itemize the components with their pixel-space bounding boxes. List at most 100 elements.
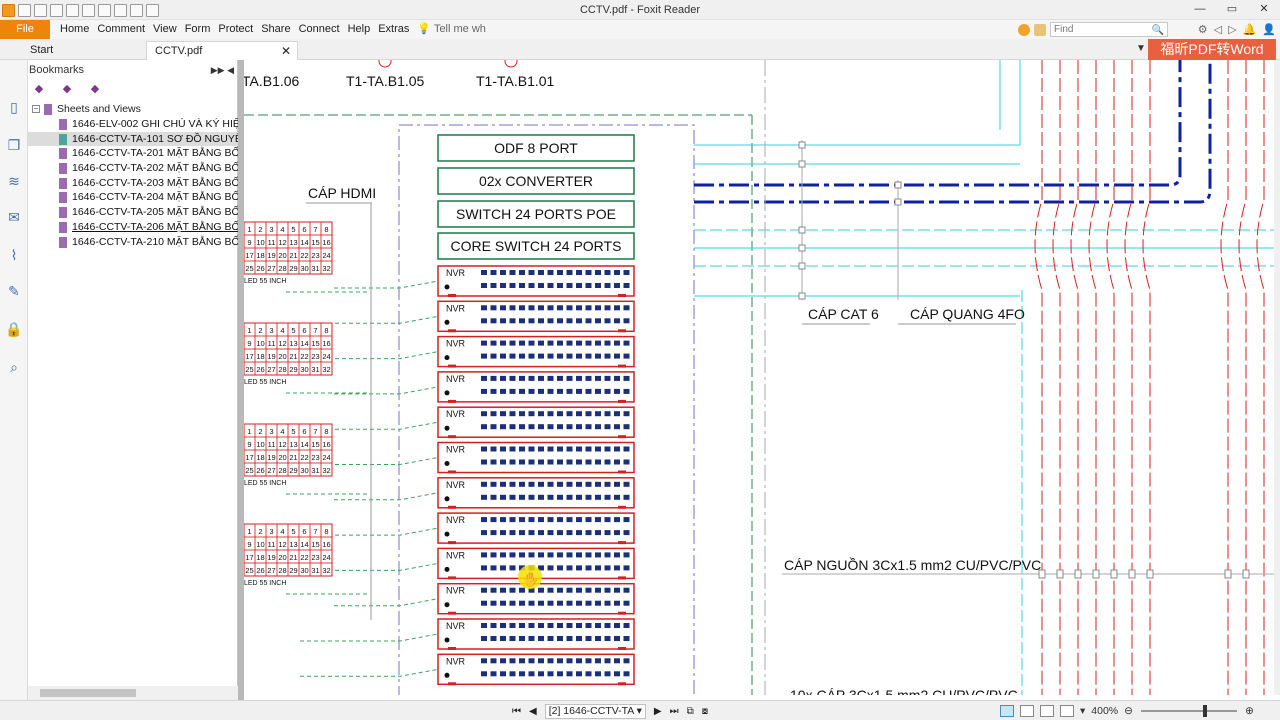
power-led-icon — [444, 355, 450, 361]
nvr-port — [604, 283, 611, 288]
next-page-icon[interactable]: ▶ — [654, 706, 662, 717]
nvr-foot — [618, 294, 626, 297]
panel-collapse-icon[interactable]: ▶▶ ◀ — [211, 60, 234, 80]
bookmark-item[interactable]: 1646-CCTV-TA-201 MẶT BẰNG BỐ TR — [28, 146, 238, 161]
bookmark-item[interactable]: 1646-CCTV-TA-204 MẶT BẰNG BỐ TR — [28, 190, 238, 205]
expand-bookmark-icon[interactable]: ◆ — [60, 82, 74, 96]
nvr-port — [547, 318, 554, 324]
nvr-port — [566, 658, 573, 664]
nvr-port — [528, 340, 535, 346]
continuous-view-icon[interactable] — [1020, 705, 1034, 717]
file-tab[interactable]: File — [0, 20, 50, 39]
signatures-icon[interactable]: ✎ — [5, 282, 23, 300]
page-view-icon[interactable]: ⧉ — [687, 706, 694, 717]
nvr-port — [595, 517, 601, 523]
document-view[interactable]: TA.B1.06 T1-TA.B1.05 T1-TA.B1.01 ODF 8 P… — [244, 60, 1274, 695]
bookmarks-horizontal-scrollbar[interactable] — [28, 686, 238, 700]
layers-icon[interactable]: ≋ — [5, 172, 23, 190]
minimize-button[interactable]: — — [1184, 0, 1216, 20]
close-window-button[interactable]: ✕ — [1248, 0, 1280, 20]
single-page-view-icon[interactable] — [1000, 705, 1014, 717]
notification-icon[interactable] — [1018, 23, 1030, 36]
status-bar: ⏮ ◀ [2] 1646-CCTV-TA ▾ ▶ ⏭ ⧉ ⧇ ▾ 400% ⊖ … — [0, 700, 1280, 720]
led-cell-number: 32 — [322, 264, 330, 273]
bookmark-item[interactable]: 1646-ELV-002 GHI CHÚ VÀ KÝ HIỆU — [28, 117, 238, 132]
previous-page-icon[interactable]: ◀ — [529, 706, 537, 717]
search-tool-icon[interactable]: ⌕ — [5, 358, 23, 376]
tab-start[interactable]: Start — [22, 41, 122, 60]
nvr-port — [566, 552, 573, 558]
page-thumbnails-icon[interactable]: ▯ — [5, 98, 23, 116]
power-led-icon — [444, 672, 450, 678]
find-input[interactable]: Find 🔍 — [1050, 22, 1168, 37]
nvr-port — [604, 671, 611, 677]
nvr-port — [519, 587, 525, 593]
spread-view-icon[interactable]: ⧇ — [702, 706, 708, 717]
tab-protect[interactable]: Protect — [214, 20, 257, 39]
bell-icon[interactable]: 🔔 — [1243, 23, 1257, 36]
bookmark-options-icon[interactable]: ◆ — [88, 82, 102, 96]
scrollbar-thumb[interactable] — [40, 689, 136, 697]
back-arrow-icon[interactable]: ◁ — [1214, 23, 1222, 36]
led-cell-number: 2 — [258, 326, 262, 335]
bookmark-flag-icon — [59, 133, 67, 145]
tab-form[interactable]: Form — [181, 20, 215, 39]
bookmark-item[interactable]: 1646-CCTV-TA-206 MẶT BẰNG BỐ TR — [28, 220, 238, 235]
settings-icon[interactable]: ⚙ — [1198, 23, 1208, 36]
bookmark-item[interactable]: 1646-CCTV-TA-210 MẶT BẰNG BỐ TR — [28, 235, 238, 250]
nvr-port — [490, 587, 497, 593]
tab-extras[interactable]: Extras — [374, 20, 413, 39]
led-cell-number: 3 — [269, 527, 273, 536]
convert-to-word-banner[interactable]: 福昕PDF转Word — [1148, 39, 1276, 60]
folder-icon[interactable] — [1034, 23, 1046, 36]
user-icon[interactable]: 👤 — [1262, 23, 1276, 36]
bookmark-item[interactable]: 1646-CCTV-TA-202 MẶT BẰNG BỐ TR — [28, 161, 238, 176]
tab-help[interactable]: Help — [344, 20, 375, 39]
bookmark-item[interactable]: 1646-CCTV-TA-205 MẶT BẰNG BỐ TR — [28, 205, 238, 220]
close-tab-icon[interactable]: ✕ — [281, 42, 291, 60]
tab-connect[interactable]: Connect — [295, 20, 344, 39]
bookmark-item[interactable]: 1646-CCTV-TA-203 MẶT BẰNG BỐ TR — [28, 176, 238, 191]
comments-icon[interactable]: ✉ — [5, 208, 23, 226]
forward-arrow-icon[interactable]: ▷ — [1228, 23, 1236, 36]
zoom-slider-thumb[interactable] — [1202, 705, 1207, 717]
tab-comment[interactable]: Comment — [93, 20, 149, 39]
nvr-label: NVR — [446, 339, 466, 349]
nvr-port — [623, 411, 630, 417]
bookmark-root[interactable]: − Sheets and Views — [28, 102, 238, 117]
search-icon[interactable]: 🔍 — [1152, 24, 1164, 37]
tab-view[interactable]: View — [149, 20, 181, 39]
nvr-port — [614, 305, 620, 311]
facing-view-icon[interactable] — [1040, 705, 1054, 717]
tab-list-chevron-icon[interactable]: ▼ — [1136, 43, 1146, 54]
nvr-port — [509, 587, 516, 593]
last-page-icon[interactable]: ⏭ — [670, 706, 679, 717]
security-lock-icon[interactable]: 🔒 — [5, 320, 23, 338]
zoom-out-icon[interactable]: ⊖ — [1124, 705, 1133, 717]
led-cell-number: 4 — [280, 225, 284, 234]
tab-home[interactable]: Home — [56, 20, 93, 39]
zoom-slider[interactable] — [1140, 705, 1237, 717]
attachments-icon[interactable]: ⌇ — [5, 246, 23, 264]
tab-share[interactable]: Share — [257, 20, 294, 39]
tell-me-search[interactable]: 💡 Tell me wh — [413, 20, 490, 39]
page-number-field[interactable]: [2] 1646-CCTV-TA ▾ — [544, 703, 646, 719]
bookmark-label: 1646-CCTV-TA-210 MẶT BẰNG BỐ TR — [72, 235, 238, 248]
document-vertical-scrollbar[interactable] — [1274, 60, 1280, 695]
collapse-icon[interactable]: − — [32, 105, 40, 113]
pages-icon[interactable]: ❐ — [5, 136, 23, 154]
nvr-port — [623, 270, 630, 275]
add-bookmark-icon[interactable]: ◆ — [32, 82, 46, 96]
tab-cctv-pdf[interactable]: CCTV.pdf ✕ — [146, 41, 298, 60]
zoom-dropdown-icon[interactable]: ▾ — [1080, 705, 1085, 717]
zoom-in-icon[interactable]: ⊕ — [1245, 705, 1254, 717]
continuous-facing-view-icon[interactable] — [1060, 705, 1074, 717]
led-cell-number: 23 — [311, 251, 319, 260]
nvr-port — [509, 305, 516, 311]
nvr-port — [519, 494, 525, 500]
led-cell-number: 8 — [324, 427, 328, 436]
bookmark-item-selected[interactable]: 1646-CCTV-TA-101 SƠ ĐỒ NGUYÊN L — [28, 131, 238, 147]
first-page-icon[interactable]: ⏮ — [512, 706, 521, 717]
zoom-level[interactable]: 400% — [1091, 705, 1118, 717]
maximize-button[interactable]: ▭ — [1216, 0, 1248, 20]
